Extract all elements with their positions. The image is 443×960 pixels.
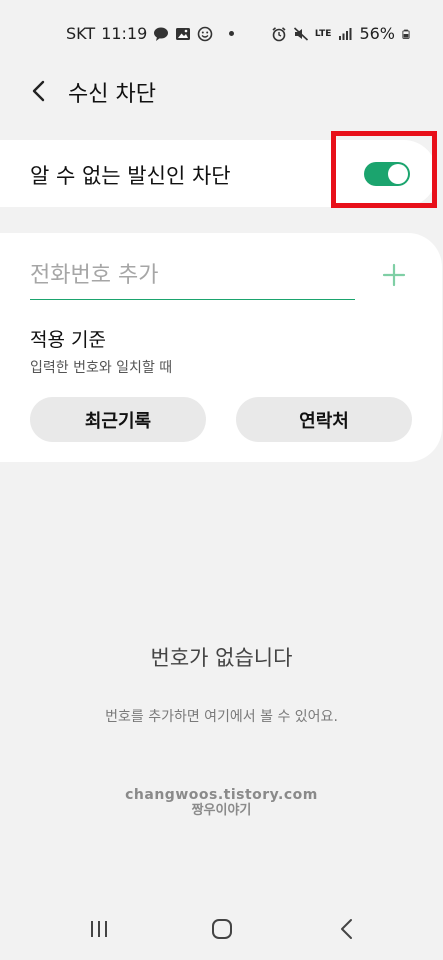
carrier-label: SKT <box>66 24 96 43</box>
alarm-icon <box>272 26 286 41</box>
mute-icon <box>293 26 308 41</box>
nav-back-icon[interactable] <box>332 916 362 942</box>
add-plus-icon[interactable] <box>380 261 408 289</box>
home-icon[interactable] <box>207 916 237 942</box>
watermark: changwoos.tistory.com 짱우이야기 <box>0 787 443 819</box>
smile-icon <box>197 26 213 41</box>
navigation-bar <box>0 900 443 960</box>
recent-log-button[interactable]: 최근기록 <box>30 397 206 442</box>
clock: 11:19 <box>101 24 148 43</box>
empty-state-subtitle: 번호를 추가하면 여기에서 볼 수 있어요. <box>105 709 338 725</box>
watermark-url: changwoos.tistory.com <box>125 787 318 803</box>
battery-percent: 56% <box>359 24 395 43</box>
network-type-label: LTE <box>314 28 332 39</box>
battery-icon <box>402 29 410 39</box>
criteria-value: 입력한 번호와 일치할 때 <box>30 360 173 376</box>
status-left: SKT 11:19 <box>66 24 235 43</box>
phone-number-input[interactable] <box>30 255 355 300</box>
status-right: LTE 56% <box>271 24 411 43</box>
signal-icon <box>339 27 352 40</box>
status-bar: SKT 11:19 LTE 56% <box>0 0 443 66</box>
criteria-title[interactable]: 적용 기준 <box>30 325 106 352</box>
talk-icon <box>154 27 169 41</box>
contacts-button[interactable]: 연락처 <box>236 397 412 442</box>
recent-apps-icon[interactable] <box>84 916 114 942</box>
page-title: 수신 차단 <box>68 82 156 107</box>
add-number-card: 적용 기준 입력한 번호와 일치할 때 최근기록 연락처 <box>0 233 442 462</box>
watermark-blog-name: 짱우이야기 <box>191 803 252 818</box>
more-notifications-dot <box>229 31 235 36</box>
gallery-icon <box>176 27 191 40</box>
highlight-box <box>331 131 437 208</box>
empty-state-title: 번호가 없습니다 <box>150 646 293 670</box>
block-unknown-callers-label: 알 수 없는 발신인 차단 <box>30 164 231 188</box>
back-arrow-icon[interactable] <box>24 76 54 106</box>
app-bar: 수신 차단 <box>0 66 443 116</box>
